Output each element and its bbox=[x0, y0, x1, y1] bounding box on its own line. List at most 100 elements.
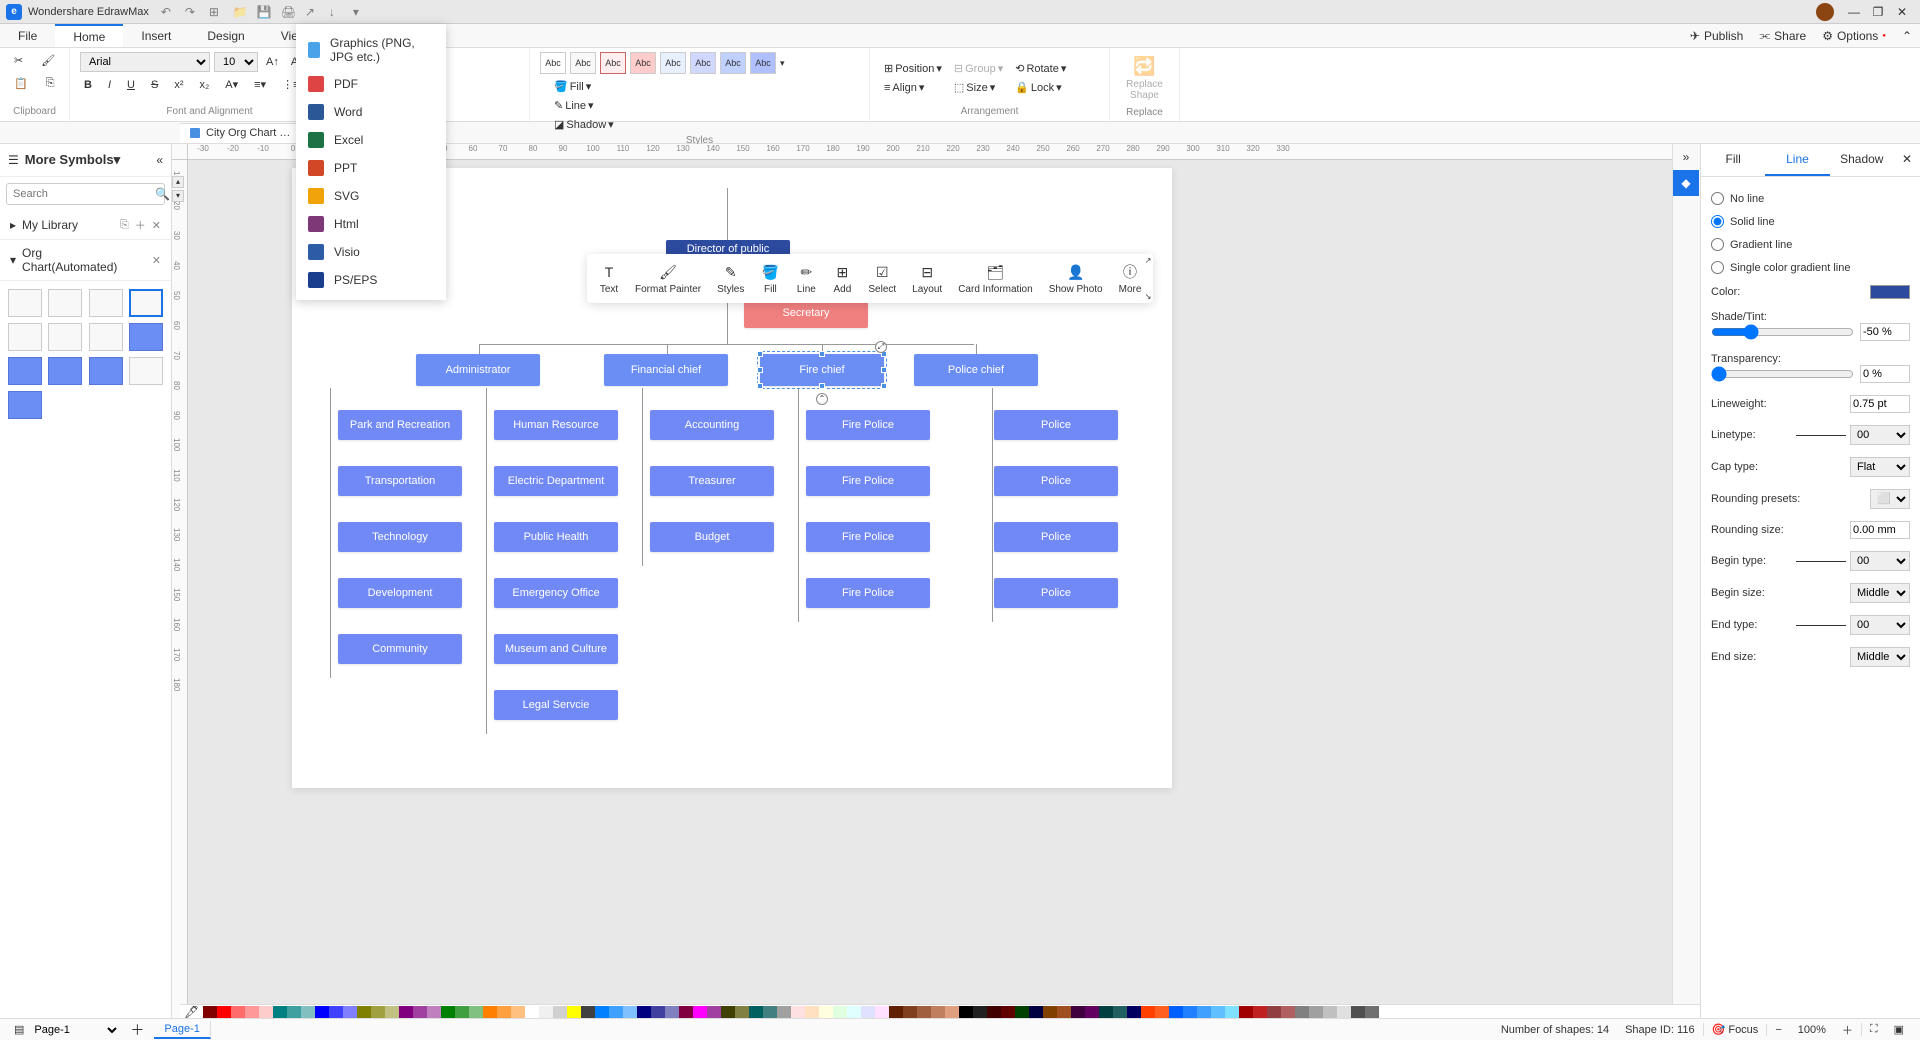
org-node[interactable]: Fire Police bbox=[806, 522, 930, 552]
export-excel[interactable]: Excel bbox=[296, 126, 446, 154]
lib-close-icon-2[interactable]: ✕ bbox=[152, 254, 161, 267]
org-node[interactable]: Park and Recreation bbox=[338, 410, 462, 440]
template-9[interactable] bbox=[8, 357, 42, 385]
bold-button[interactable]: B bbox=[80, 76, 96, 93]
menu-design[interactable]: Design bbox=[189, 24, 262, 47]
style-preset-3[interactable]: Abc bbox=[600, 52, 626, 74]
org-node-fire-chief[interactable]: Fire chief bbox=[760, 354, 884, 386]
zoom-out-button[interactable]: − bbox=[1766, 1024, 1789, 1036]
paste-button[interactable]: 📋 bbox=[10, 75, 32, 92]
line-opt-none[interactable]: No line bbox=[1711, 187, 1910, 210]
export-pseps[interactable]: PS/EPS bbox=[296, 266, 446, 294]
save-icon[interactable]: 💾 bbox=[257, 5, 271, 19]
org-node[interactable]: Electric Department bbox=[494, 466, 618, 496]
ctx-line-button[interactable]: ✏Line bbox=[788, 258, 824, 299]
template-4[interactable] bbox=[129, 289, 163, 317]
my-library-label[interactable]: My Library bbox=[22, 218, 78, 232]
palette-swatch[interactable] bbox=[217, 1006, 231, 1018]
style-preset-8[interactable]: Abc bbox=[750, 52, 776, 74]
lock-button[interactable]: 🔒Lock▾ bbox=[1011, 79, 1070, 96]
line-spacing-button[interactable]: ≡▾ bbox=[250, 76, 270, 93]
options-button[interactable]: ⚙Options● bbox=[1814, 29, 1894, 43]
line-style-button[interactable]: ✎Line▾ bbox=[550, 97, 618, 114]
org-node[interactable]: Budget bbox=[650, 522, 774, 552]
palette-swatch[interactable] bbox=[469, 1006, 483, 1018]
palette-swatch[interactable] bbox=[245, 1006, 259, 1018]
ctx-add-button[interactable]: ⊞Add bbox=[824, 258, 860, 299]
cap-type-select[interactable]: Flat bbox=[1850, 457, 1910, 477]
palette-swatch[interactable] bbox=[1253, 1006, 1267, 1018]
redo-icon[interactable]: ↷ bbox=[185, 5, 199, 19]
palette-swatch[interactable] bbox=[441, 1006, 455, 1018]
group-button[interactable]: ⊟Group▾ bbox=[950, 60, 1007, 77]
palette-swatch[interactable] bbox=[343, 1006, 357, 1018]
begin-type-select[interactable]: 00 bbox=[1850, 551, 1910, 571]
template-8[interactable] bbox=[129, 323, 163, 351]
palette-swatch[interactable] bbox=[1015, 1006, 1029, 1018]
palette-swatch[interactable] bbox=[455, 1006, 469, 1018]
scroll-down-button[interactable]: ▾ bbox=[172, 190, 184, 202]
font-size-select[interactable]: 10 bbox=[214, 52, 258, 72]
org-node[interactable]: Treasurer bbox=[650, 466, 774, 496]
palette-swatch[interactable] bbox=[287, 1006, 301, 1018]
palette-swatch[interactable] bbox=[553, 1006, 567, 1018]
replace-shape-button[interactable]: 🔁 Replace Shape bbox=[1120, 52, 1169, 105]
palette-swatch[interactable] bbox=[1197, 1006, 1211, 1018]
linetype-select[interactable]: 00 bbox=[1850, 425, 1910, 445]
transparency-slider[interactable] bbox=[1711, 366, 1854, 382]
copy-button[interactable]: ⎘ bbox=[42, 75, 59, 92]
palette-swatch[interactable] bbox=[1281, 1006, 1295, 1018]
org-node-admin[interactable]: Administrator bbox=[416, 354, 540, 386]
org-node[interactable]: Museum and Culture bbox=[494, 634, 618, 664]
prop-tab-line[interactable]: Line bbox=[1765, 144, 1829, 176]
style-preset-2[interactable]: Abc bbox=[570, 52, 596, 74]
palette-picker-icon[interactable]: 🖋 bbox=[180, 1005, 203, 1018]
palette-swatch[interactable] bbox=[637, 1006, 651, 1018]
palette-swatch[interactable] bbox=[1113, 1006, 1127, 1018]
style-preset-4[interactable]: Abc bbox=[630, 52, 656, 74]
palette-swatch[interactable] bbox=[1337, 1006, 1351, 1018]
export-icon[interactable]: ↗ bbox=[305, 5, 319, 19]
template-5[interactable] bbox=[8, 323, 42, 351]
org-node[interactable]: Technology bbox=[338, 522, 462, 552]
page-list-icon[interactable]: ▤ bbox=[8, 1023, 30, 1036]
maximize-button[interactable]: ❐ bbox=[1866, 5, 1890, 19]
org-node-financial[interactable]: Financial chief bbox=[604, 354, 728, 386]
line-color-swatch[interactable] bbox=[1870, 285, 1910, 299]
focus-button[interactable]: 🎯 Focus bbox=[1703, 1023, 1767, 1036]
palette-swatch[interactable] bbox=[1267, 1006, 1281, 1018]
palette-swatch[interactable] bbox=[1365, 1006, 1379, 1018]
size-button[interactable]: ⬚Size▾ bbox=[950, 79, 1007, 96]
lib-close-icon[interactable]: ✕ bbox=[152, 219, 161, 232]
palette-swatch[interactable] bbox=[1127, 1006, 1141, 1018]
lineweight-input[interactable] bbox=[1850, 395, 1910, 413]
org-node[interactable]: Police bbox=[994, 578, 1118, 608]
font-family-select[interactable]: Arial bbox=[80, 52, 210, 72]
palette-swatch[interactable] bbox=[259, 1006, 273, 1018]
font-color-button[interactable]: A▾ bbox=[221, 76, 242, 93]
org-node[interactable]: Emergency Office bbox=[494, 578, 618, 608]
template-12[interactable] bbox=[129, 357, 163, 385]
palette-swatch[interactable] bbox=[707, 1006, 721, 1018]
superscript-button[interactable]: x² bbox=[170, 76, 187, 93]
cut-button[interactable]: ✂ bbox=[10, 52, 27, 69]
palette-swatch[interactable] bbox=[1001, 1006, 1015, 1018]
export-ppt[interactable]: PPT bbox=[296, 154, 446, 182]
ctx-text-button[interactable]: TText bbox=[591, 258, 627, 299]
palette-swatch[interactable] bbox=[875, 1006, 889, 1018]
palette-swatch[interactable] bbox=[203, 1006, 217, 1018]
publish-button[interactable]: ✈Publish bbox=[1682, 29, 1751, 43]
palette-swatch[interactable] bbox=[889, 1006, 903, 1018]
palette-swatch[interactable] bbox=[833, 1006, 847, 1018]
search-icon[interactable]: 🔍 bbox=[155, 187, 170, 201]
palette-swatch[interactable] bbox=[735, 1006, 749, 1018]
template-11[interactable] bbox=[89, 357, 123, 385]
ctx-styles-button[interactable]: ✎Styles bbox=[709, 258, 752, 299]
palette-swatch[interactable] bbox=[399, 1006, 413, 1018]
ctx-shrink-icon[interactable]: ↘ bbox=[1145, 292, 1152, 301]
palette-swatch[interactable] bbox=[651, 1006, 665, 1018]
symbol-search[interactable]: 🔍 bbox=[6, 183, 165, 205]
prop-tab-fill[interactable]: Fill bbox=[1701, 144, 1765, 176]
palette-swatch[interactable] bbox=[385, 1006, 399, 1018]
palette-swatch[interactable] bbox=[791, 1006, 805, 1018]
